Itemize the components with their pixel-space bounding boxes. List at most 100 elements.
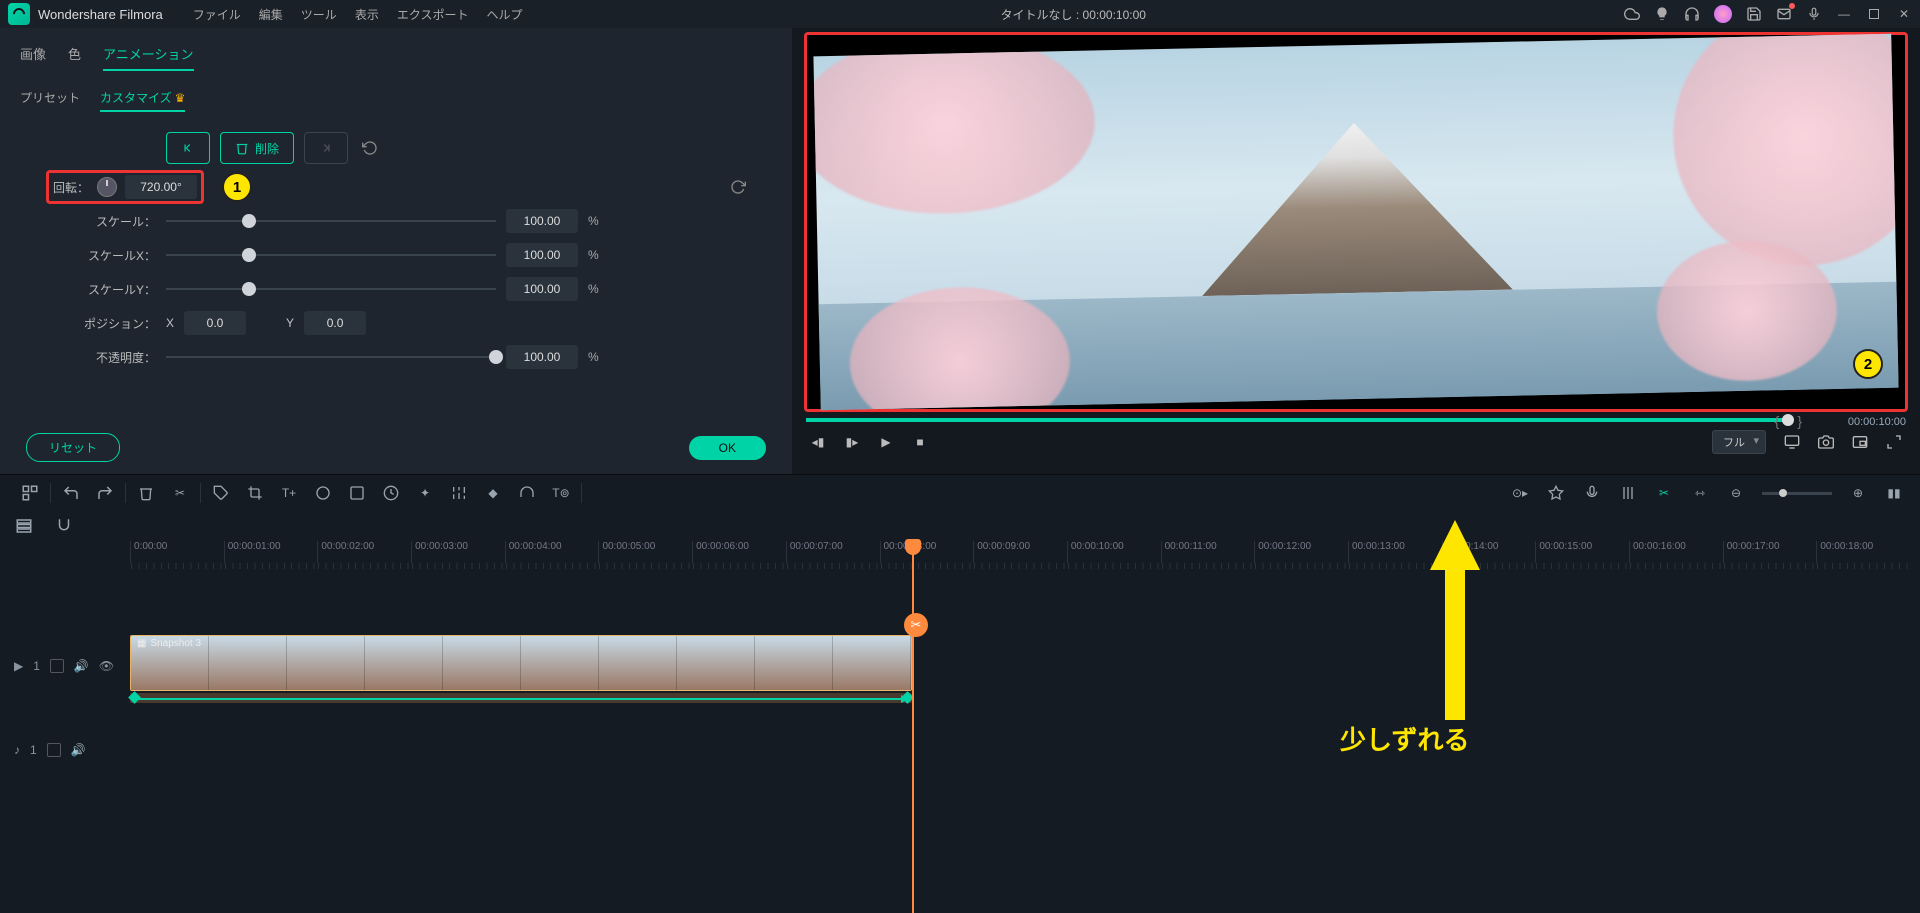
opacity-unit: % bbox=[588, 350, 608, 364]
reset-button[interactable]: リセット bbox=[26, 433, 120, 462]
pip-icon[interactable] bbox=[1852, 434, 1868, 450]
display-icon[interactable] bbox=[1784, 434, 1800, 450]
tab-animation[interactable]: アニメーション bbox=[103, 44, 193, 71]
prev-frame-icon[interactable]: ◂▮ bbox=[810, 434, 826, 450]
zoom-out-icon[interactable]: ⊖ bbox=[1726, 483, 1746, 503]
rotation-reset-icon[interactable] bbox=[730, 179, 746, 195]
scalex-input[interactable] bbox=[506, 243, 578, 267]
minimize-icon[interactable]: ― bbox=[1836, 6, 1852, 22]
audio-icon[interactable] bbox=[517, 483, 537, 503]
color-icon[interactable] bbox=[313, 483, 333, 503]
effects-icon[interactable]: ✦ bbox=[415, 483, 435, 503]
scale-slider[interactable] bbox=[166, 211, 496, 231]
ruler-tick: 00:00:11:00 bbox=[1161, 541, 1255, 563]
playhead[interactable] bbox=[912, 539, 914, 913]
prev-keyframe-button[interactable] bbox=[166, 132, 210, 164]
scale-input[interactable] bbox=[506, 209, 578, 233]
menu-view[interactable]: 表示 bbox=[355, 6, 379, 23]
zoom-in-icon[interactable]: ⊕ bbox=[1848, 483, 1868, 503]
snap-icon[interactable]: ✂ bbox=[1654, 483, 1674, 503]
video-clip[interactable]: ▦ Snapshot 3 bbox=[130, 635, 912, 691]
mail-icon[interactable] bbox=[1776, 6, 1792, 22]
maximize-icon[interactable] bbox=[1866, 6, 1882, 22]
text-icon[interactable]: T+ bbox=[279, 483, 299, 503]
fullscreen-icon[interactable] bbox=[1886, 434, 1902, 450]
ruler-tick: 00:00:03:00 bbox=[411, 541, 505, 563]
next-frame-icon[interactable]: ▮▸ bbox=[844, 434, 860, 450]
menu-help[interactable]: ヘルプ bbox=[486, 6, 522, 23]
redo-icon[interactable] bbox=[95, 483, 115, 503]
timeline-ruler[interactable]: 0:00:00 00:00:01:00 00:00:02:00 00:00:03… bbox=[130, 541, 1910, 563]
subtab-preset[interactable]: プリセット bbox=[20, 89, 80, 112]
rotation-input[interactable] bbox=[125, 175, 197, 199]
opacity-label: 不透明度： bbox=[46, 349, 156, 366]
marker-icon[interactable] bbox=[1546, 483, 1566, 503]
delete-icon[interactable] bbox=[136, 483, 156, 503]
play-icon[interactable]: ▶ bbox=[878, 434, 894, 450]
undo-icon[interactable] bbox=[61, 483, 81, 503]
opacity-input[interactable] bbox=[506, 345, 578, 369]
ok-button[interactable]: OK bbox=[689, 436, 766, 460]
fit-icon[interactable]: ▮▮ bbox=[1884, 483, 1904, 503]
tracks-icon[interactable] bbox=[14, 516, 34, 536]
rotation-label: 回転： bbox=[53, 179, 89, 196]
render-icon[interactable]: ⊙▸ bbox=[1510, 483, 1530, 503]
quality-dropdown[interactable]: フル bbox=[1712, 430, 1766, 454]
save-icon[interactable] bbox=[1746, 6, 1762, 22]
track-mute-icon[interactable]: 🔊 bbox=[74, 659, 89, 673]
scaley-slider[interactable] bbox=[166, 279, 496, 299]
preview-panel: 2 {} 00:00:10:00 ◂▮ ▮▸ ▶ ■ フル bbox=[792, 28, 1920, 474]
ruler-tick: 00:00:12:00 bbox=[1254, 541, 1348, 563]
close-icon[interactable]: ✕ bbox=[1896, 6, 1912, 22]
scale-unit: % bbox=[588, 214, 608, 228]
track-visibility-icon[interactable]: 👁 bbox=[99, 659, 114, 673]
crop-icon[interactable] bbox=[245, 483, 265, 503]
record-icon[interactable] bbox=[1582, 483, 1602, 503]
keyframe-reset-icon[interactable] bbox=[362, 140, 378, 156]
cloud-icon[interactable] bbox=[1624, 6, 1640, 22]
menu-edit[interactable]: 編集 bbox=[259, 6, 283, 23]
snapshot-icon[interactable] bbox=[1818, 434, 1834, 450]
preview-scrub-bar[interactable] bbox=[806, 418, 1788, 422]
zoom-slider[interactable] bbox=[1762, 492, 1832, 495]
track-lock-icon[interactable] bbox=[47, 743, 61, 757]
menu-file[interactable]: ファイル bbox=[193, 6, 241, 23]
menu-export[interactable]: エクスポート bbox=[397, 6, 469, 23]
voiceover-icon[interactable]: T⊚ bbox=[551, 483, 571, 503]
scaley-input[interactable] bbox=[506, 277, 578, 301]
ruler-tick: 00:00:13:00 bbox=[1348, 541, 1442, 563]
scalex-slider[interactable] bbox=[166, 245, 496, 265]
opacity-slider[interactable] bbox=[166, 347, 496, 367]
track-mute-icon[interactable]: 🔊 bbox=[71, 743, 86, 757]
stop-icon[interactable]: ■ bbox=[912, 434, 928, 450]
track-lock-icon[interactable] bbox=[50, 659, 64, 673]
audio-track-head: ♪ 1 🔊 bbox=[0, 719, 130, 781]
position-x-input[interactable] bbox=[184, 311, 246, 335]
speed-icon[interactable] bbox=[381, 483, 401, 503]
rotation-knob[interactable] bbox=[97, 177, 117, 197]
layout-icon[interactable] bbox=[20, 483, 40, 503]
link-icon[interactable]: ⇿ bbox=[1690, 483, 1710, 503]
next-keyframe-button[interactable] bbox=[304, 132, 348, 164]
mask-icon[interactable] bbox=[347, 483, 367, 503]
playhead-scissors-icon[interactable]: ✂ bbox=[904, 613, 928, 637]
mixer-icon[interactable] bbox=[1618, 483, 1638, 503]
support-icon[interactable] bbox=[1684, 6, 1700, 22]
preview-viewport[interactable]: 2 bbox=[804, 32, 1908, 412]
adjust-icon[interactable] bbox=[449, 483, 469, 503]
magnet-icon[interactable] bbox=[54, 516, 74, 536]
tab-image[interactable]: 画像 bbox=[20, 44, 46, 71]
user-avatar[interactable] bbox=[1714, 5, 1732, 23]
keyframe-lane[interactable] bbox=[130, 693, 912, 703]
delete-keyframe-button[interactable]: 削除 bbox=[220, 132, 294, 164]
menu-tools[interactable]: ツール bbox=[301, 6, 337, 23]
cut-icon[interactable]: ✂ bbox=[170, 483, 190, 503]
ruler-tick: 00:00:09:00 bbox=[973, 541, 1067, 563]
keyframe-icon[interactable]: ◆ bbox=[483, 483, 503, 503]
subtab-customize[interactable]: カスタマイズ♛ bbox=[100, 89, 185, 112]
position-y-input[interactable] bbox=[304, 311, 366, 335]
tab-color[interactable]: 色 bbox=[68, 44, 81, 71]
tips-icon[interactable] bbox=[1654, 6, 1670, 22]
mic-icon[interactable] bbox=[1806, 6, 1822, 22]
tag-icon[interactable] bbox=[211, 483, 231, 503]
